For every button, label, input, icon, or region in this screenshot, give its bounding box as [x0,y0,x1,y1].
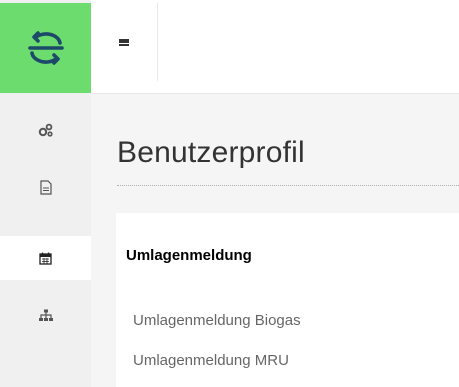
header-bar [91,3,459,94]
main-content: Benutzerprofil Umlagenmeldung Umlagenmel… [91,94,459,387]
title-divider [117,185,459,186]
sidebar-item-settings[interactable] [0,108,91,152]
sidebar-item-calendar[interactable] [0,236,91,280]
calendar-icon [39,252,52,265]
cogs-icon [38,123,53,137]
menu-toggle-button[interactable] [91,3,158,81]
app-window: Benutzerprofil Umlagenmeldung Umlagenmel… [0,0,459,387]
page-title: Benutzerprofil [117,136,305,169]
hamburger-icon [119,38,129,46]
document-icon [39,179,52,195]
sidebar-item-sitemap[interactable] [0,293,91,337]
section-heading: Umlagenmeldung [126,247,252,264]
sitemap-icon [38,309,53,321]
link-umlagenmeldung-mru[interactable]: Umlagenmeldung MRU [133,352,289,369]
sidebar [0,0,91,387]
link-umlagenmeldung-biogas[interactable]: Umlagenmeldung Biogas [133,312,301,329]
logo-arrows-icon [27,31,64,65]
sidebar-item-documents[interactable] [0,165,91,209]
umlagenmeldung-card: Umlagenmeldung Umlagenmeldung Biogas Uml… [116,213,459,387]
logo[interactable] [0,3,91,93]
